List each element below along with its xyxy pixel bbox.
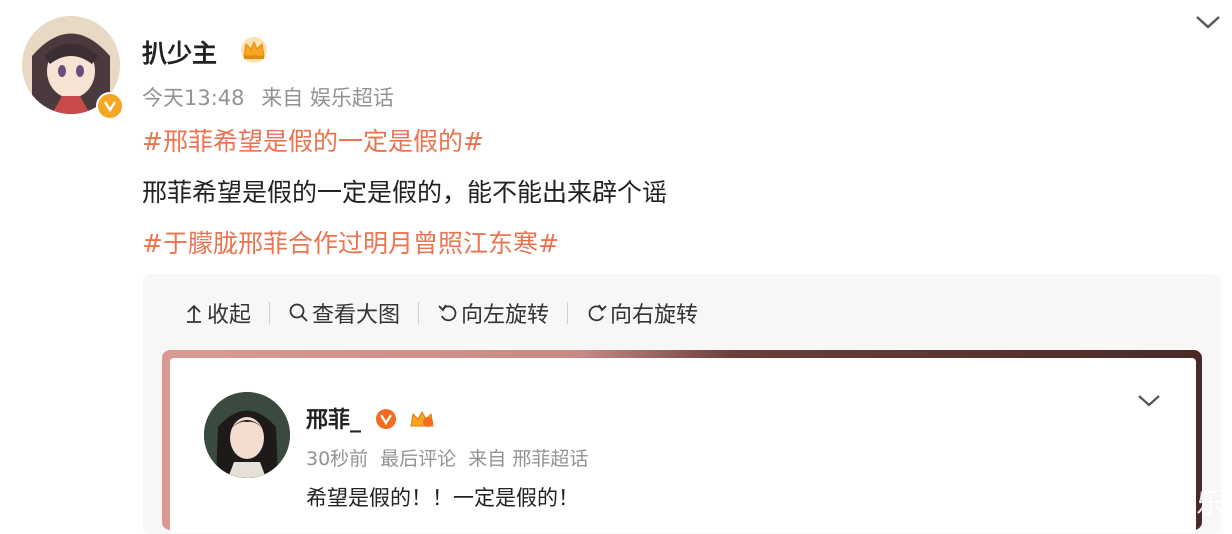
post-source[interactable]: 来自 娱乐超话 [261,86,394,110]
collapse-label: 收起 [207,303,252,328]
rotate-right-label: 向右旋转 [610,303,699,328]
rotate-left-button[interactable]: 向左旋转 [437,297,549,329]
chevron-down-icon[interactable] [1194,12,1222,32]
verified-badge-icon [96,92,124,120]
view-large-label: 查看大图 [312,303,401,328]
rotate-right-button[interactable]: 向右旋转 [586,297,698,329]
watermark: 乐 [1196,487,1225,520]
commenter-name[interactable]: 邢菲_ [306,402,436,434]
topic-link-1[interactable]: #邢菲希望是假的一定是假的# [142,122,484,158]
comment-meta: 30秒前 最后评论 来自 邢菲超话 [306,444,594,471]
crown-icon [410,410,434,427]
toolbar-divider [269,302,271,324]
commenter-avatar[interactable] [204,392,290,478]
comment-label: 最后评论 [380,448,457,470]
toolbar-divider [418,302,420,324]
image-toolbar: 收起 查看大图 向左旋转 向右旋转 [183,298,698,328]
rotate-left-icon [438,304,457,322]
author-name[interactable]: 扒少主 [142,34,217,70]
comment-time: 30秒前 [306,448,369,470]
rotate-left-label: 向左旋转 [461,303,550,328]
chevron-down-icon[interactable] [1136,392,1162,410]
crown-icon [238,36,270,64]
collapse-button[interactable]: 收起 [183,297,251,329]
post-meta: 今天13:48 来自 娱乐超话 [142,82,404,112]
collapse-icon [187,304,201,323]
rotate-right-icon [588,304,607,322]
search-icon [289,303,308,322]
commenter-name-text: 邢菲_ [306,408,362,433]
comment-text: 希望是假的！！一定是假的！ [306,486,579,510]
post-text: 邢菲希望是假的一定是假的，能不能出来辟个谣 [142,178,668,207]
toolbar-divider [567,302,569,324]
topic-link-2[interactable]: #于朦胧邢菲合作过明月曾照江东寒# [142,224,559,260]
post-time[interactable]: 今天13:48 [142,86,245,110]
verified-badge-icon [375,409,396,429]
view-large-button[interactable]: 查看大图 [288,297,400,329]
comment-source[interactable]: 来自 邢菲超话 [468,448,588,470]
